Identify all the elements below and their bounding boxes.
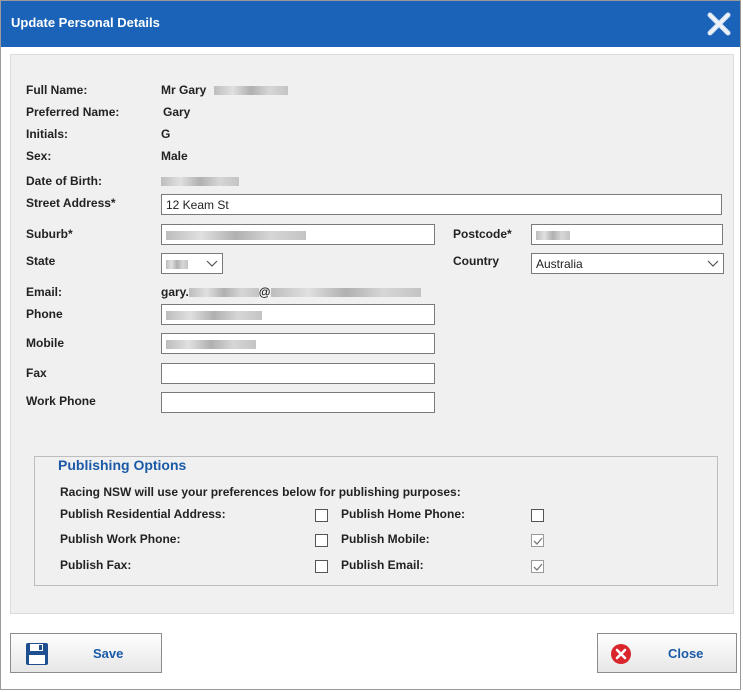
work-phone-input[interactable] — [161, 392, 435, 413]
preferred-name-value: Gary — [163, 105, 191, 119]
suburb-input[interactable] — [161, 224, 435, 245]
publish-option-checkbox[interactable] — [531, 560, 544, 573]
publish-option-label: Publish Residential Address: — [60, 507, 226, 521]
dialog-title: Update Personal Details — [11, 15, 160, 30]
close-x-icon[interactable] — [706, 11, 732, 37]
phone-label: Phone — [26, 307, 63, 321]
email-label: Email: — [26, 285, 63, 299]
publishing-intro: Racing NSW will use your preferences bel… — [60, 485, 461, 499]
country-label: Country — [453, 254, 499, 268]
publish-option-label: Publish Fax: — [60, 558, 132, 572]
publish-option-checkbox[interactable] — [315, 560, 328, 573]
red-x-circle-icon — [610, 643, 632, 668]
redacted-state — [166, 260, 188, 270]
dob-label: Date of Birth: — [26, 174, 102, 188]
state-select[interactable] — [161, 253, 223, 274]
close-button[interactable]: Close — [597, 633, 737, 673]
publish-option-label: Publish Mobile: — [341, 532, 430, 546]
publish-option-checkbox[interactable] — [315, 509, 328, 522]
fax-input[interactable] — [161, 363, 435, 384]
chevron-down-icon — [206, 260, 218, 267]
publish-option-checkbox[interactable] — [531, 509, 544, 522]
floppy-disk-icon — [25, 642, 49, 669]
chevron-down-icon — [707, 260, 719, 267]
update-personal-details-dialog: Update Personal Details Full Name: Mr Ga… — [0, 0, 741, 690]
street-address-input[interactable]: 12 Keam St — [161, 194, 722, 215]
checkmark-icon — [533, 537, 543, 545]
close-button-label: Close — [668, 646, 704, 661]
redacted-postcode — [536, 231, 570, 241]
fax-label: Fax — [26, 366, 47, 380]
publishing-options-legend: Publishing Options — [55, 457, 190, 473]
work-phone-label: Work Phone — [26, 394, 96, 408]
full-name-label: Full Name: — [26, 83, 88, 97]
suburb-label: Suburb* — [26, 227, 73, 241]
state-label: State — [26, 254, 56, 268]
initials-label: Initials: — [26, 127, 69, 141]
initials-value: G — [161, 127, 171, 141]
mobile-label: Mobile — [26, 336, 64, 350]
country-select[interactable]: Australia — [531, 253, 724, 274]
street-address-label: Street Address* — [26, 196, 116, 210]
redacted-suburb — [166, 231, 306, 241]
publish-option-checkbox[interactable] — [315, 534, 328, 547]
redacted-email-user — [188, 288, 259, 298]
redacted-phone — [166, 311, 262, 321]
sex-label: Sex: — [26, 149, 52, 163]
redacted-surname — [213, 86, 288, 96]
postcode-label: Postcode* — [453, 227, 512, 241]
mobile-input[interactable] — [161, 333, 435, 354]
sex-value: Male — [161, 149, 188, 163]
phone-input[interactable] — [161, 304, 435, 325]
preferred-name-label: Preferred Name: — [26, 105, 120, 119]
publish-option-label: Publish Email: — [341, 558, 424, 572]
publish-option-checkbox[interactable] — [531, 534, 544, 547]
redacted-mobile — [166, 340, 256, 350]
redacted-email-domain — [270, 288, 421, 298]
checkmark-icon — [533, 563, 543, 571]
redacted-dob — [161, 177, 239, 186]
publish-option-label: Publish Home Phone: — [341, 507, 466, 521]
full-name-value: Mr Gary — [161, 83, 288, 97]
save-button[interactable]: Save — [10, 633, 162, 673]
save-button-label: Save — [93, 646, 124, 661]
postcode-input[interactable] — [531, 224, 723, 245]
publish-option-label: Publish Work Phone: — [60, 532, 181, 546]
dialog-titlebar: Update Personal Details — [1, 1, 740, 47]
email-value: gary. @ — [161, 285, 421, 299]
